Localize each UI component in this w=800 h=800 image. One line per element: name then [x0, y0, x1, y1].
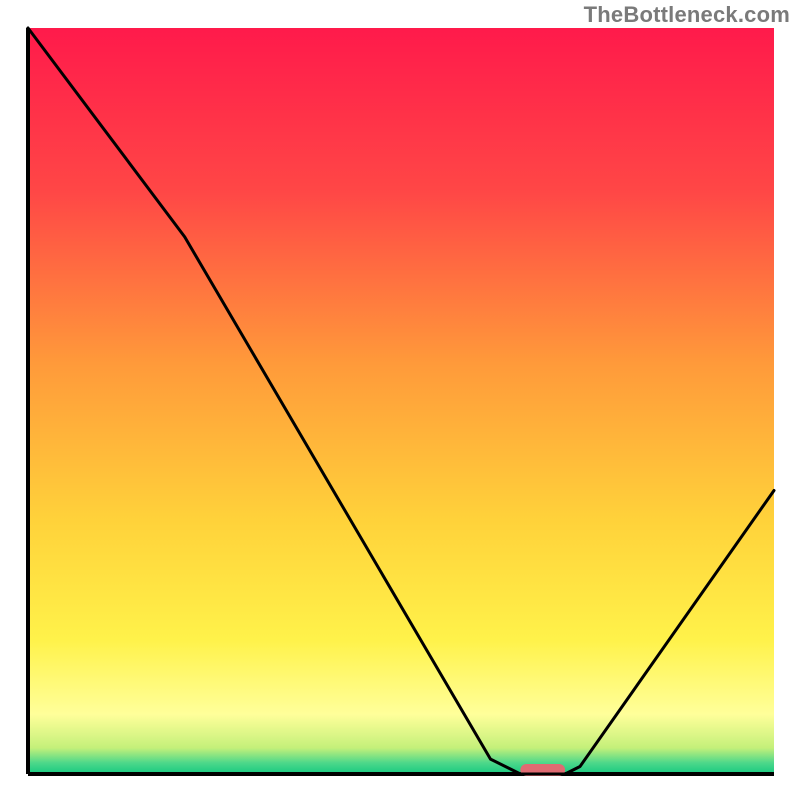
watermark-text: TheBottleneck.com — [584, 2, 790, 28]
gradient-background — [28, 28, 774, 774]
bottleneck-chart — [0, 0, 800, 800]
chart-container: TheBottleneck.com — [0, 0, 800, 800]
